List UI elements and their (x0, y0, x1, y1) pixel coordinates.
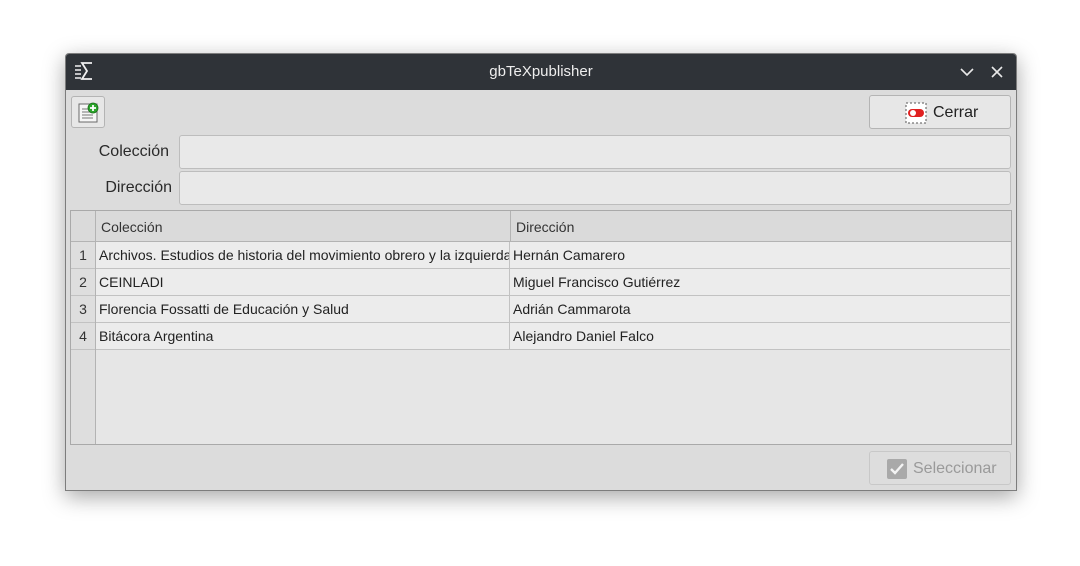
row-number: 2 (71, 269, 95, 296)
row-number: 4 (71, 323, 95, 350)
row-number: 1 (71, 242, 95, 269)
row-number: 3 (71, 296, 95, 323)
coleccion-input[interactable] (179, 135, 1011, 169)
chevron-down-icon[interactable] (958, 63, 976, 81)
table-row[interactable]: 1 Archivos. Estudios de historia del mov… (71, 242, 1011, 269)
document-add-icon (78, 102, 99, 123)
table-corner (71, 211, 96, 242)
table-row[interactable]: 2 CEINLADI Miguel Francisco Gutiérrez (71, 269, 1011, 296)
table-row[interactable]: 3 Florencia Fossatti de Educación y Salu… (71, 296, 1011, 323)
select-button-label: Seleccionar (913, 460, 997, 477)
checkmark-icon (886, 458, 908, 480)
main-window: gbTeXpublisher Cerrar Colección Direcció… (65, 53, 1017, 491)
exit-toggle-icon (905, 102, 927, 124)
window-title: gbTeXpublisher (489, 63, 593, 80)
select-button[interactable]: Seleccionar (869, 451, 1011, 485)
cell-coleccion: Florencia Fossatti de Educación y Salud (96, 296, 510, 323)
cell-coleccion: Bitácora Argentina (96, 323, 510, 350)
cell-coleccion: Archivos. Estudios de historia del movim… (96, 242, 510, 269)
title-bar[interactable]: gbTeXpublisher (66, 54, 1016, 90)
collections-table[interactable]: Colección Dirección 1 Archivos. Estudios… (70, 210, 1012, 445)
cell-coleccion: CEINLADI (96, 269, 510, 296)
cell-direccion: Hernán Camarero (510, 242, 1010, 269)
close-button[interactable]: Cerrar (869, 95, 1011, 129)
coleccion-label: Colección (98, 143, 169, 160)
table-row[interactable]: 4 Bitácora Argentina Alejandro Daniel Fa… (71, 323, 1011, 350)
column-header-coleccion[interactable]: Colección (96, 211, 511, 242)
cell-direccion: Adrián Cammarota (510, 296, 1010, 323)
column-header-direccion[interactable]: Dirección (511, 211, 1011, 242)
close-icon[interactable] (988, 63, 1006, 81)
cell-direccion: Miguel Francisco Gutiérrez (510, 269, 1010, 296)
new-record-button[interactable] (71, 96, 105, 128)
close-button-label: Cerrar (933, 104, 979, 121)
direccion-input[interactable] (179, 171, 1011, 205)
direccion-label: Dirección (105, 179, 172, 196)
cell-direccion: Alejandro Daniel Falco (510, 323, 1010, 350)
